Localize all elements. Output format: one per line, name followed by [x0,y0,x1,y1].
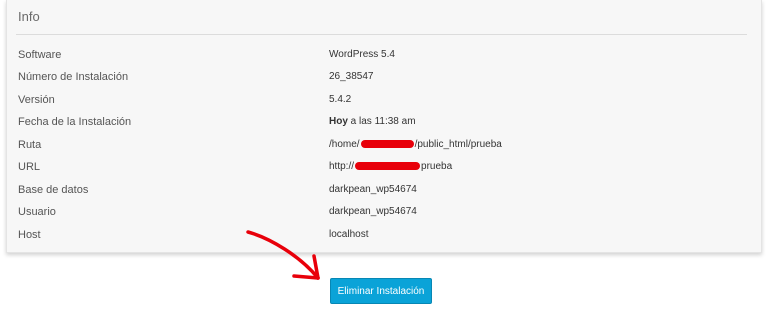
delete-installation-button[interactable]: Eliminar Instalación [330,278,432,304]
info-row-url: URL http:// prueba [7,160,761,180]
info-value-prefix: http:// [329,161,355,172]
info-value-rest: a las 11:38 am [347,116,416,127]
info-value-prefix: /home/ [329,139,360,150]
info-value-suffix: /public_html/prueba [414,139,502,150]
info-label: Base de datos [18,184,89,196]
info-value: WordPress 5.4 [329,49,395,60]
info-value-bold: Hoy [329,116,348,127]
annotation-arrow-icon [246,230,320,280]
info-label: Ruta [18,139,42,151]
info-label: Software [18,49,62,61]
info-value: Hoy a las 11:38 am [329,115,416,129]
info-row-user: Usuario darkpean_wp54674 [7,205,761,225]
info-value: darkpean_wp54674 [329,184,417,195]
info-label: Host [18,229,41,241]
info-value: http:// prueba [329,160,452,174]
info-row-version: Versión 5.4.2 [7,93,761,113]
redaction-mark [355,162,421,171]
info-label: Usuario [18,206,56,218]
panel-divider [16,34,747,35]
info-row-host: Host localhost [7,228,761,248]
info-value: 26_38547 [329,71,374,82]
info-value: darkpean_wp54674 [329,206,417,217]
redaction-mark [360,140,414,149]
info-value: /home/ /public_html/prueba [329,138,502,152]
info-value: 5.4.2 [329,94,352,105]
info-row-path: Ruta /home/ /public_html/prueba [7,138,761,158]
info-label: Número de Instalación [18,71,129,83]
panel-title: Info [18,9,40,24]
info-row-install-date: Fecha de la Instalación Hoy a las 11:38 … [7,115,761,135]
info-row-software: Software WordPress 5.4 [7,48,761,68]
info-row-installation-number: Número de Instalación 26_38547 [7,70,761,90]
info-label: Fecha de la Instalación [18,116,132,128]
info-label: URL [18,161,41,173]
info-label: Versión [18,94,55,106]
info-panel: Info Software WordPress 5.4 Número de In… [6,0,762,253]
info-row-database: Base de datos darkpean_wp54674 [7,183,761,203]
info-value-suffix: prueba [421,161,453,172]
